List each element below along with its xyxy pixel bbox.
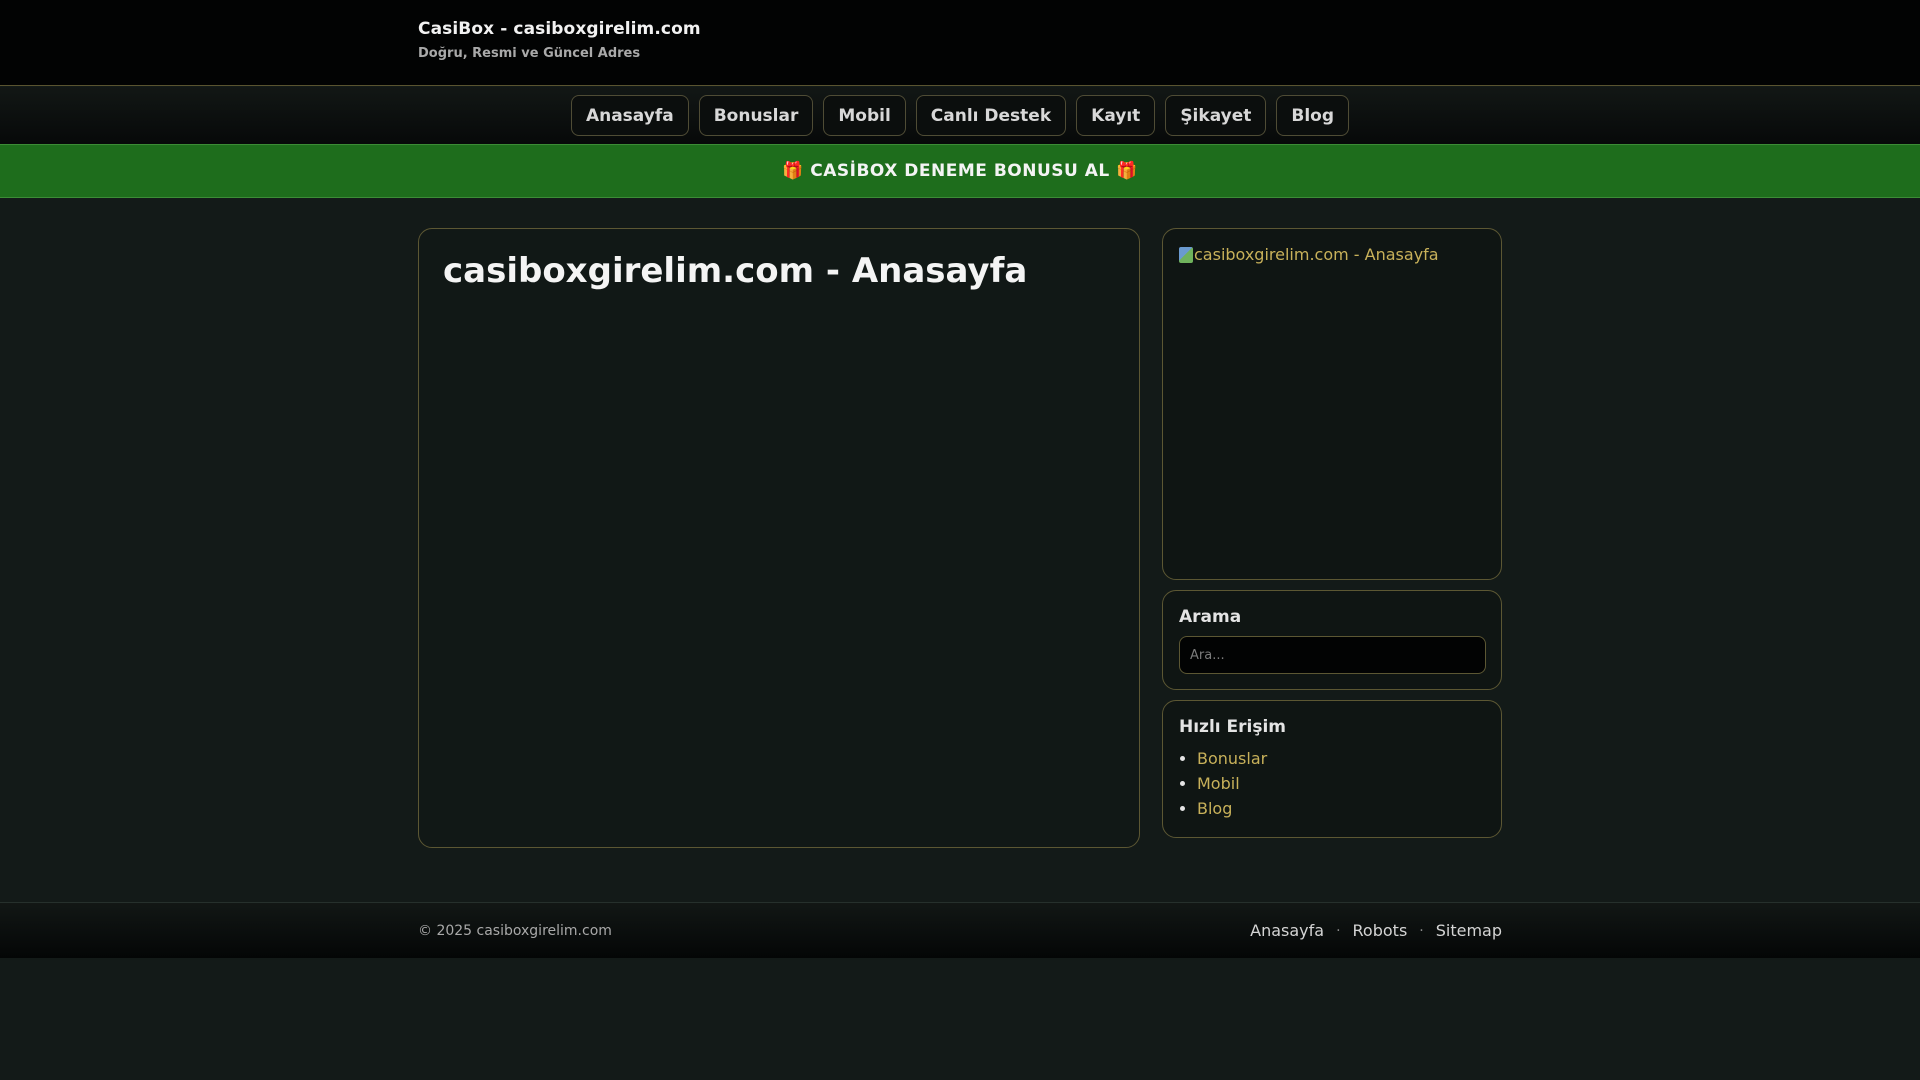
quick-link-blog[interactable]: Blog: [1197, 799, 1232, 818]
copyright-text: © 2025 casiboxgirelim.com: [418, 923, 612, 939]
list-item: Bonuslar: [1197, 746, 1267, 771]
footer-separator: ·: [1336, 922, 1341, 939]
quick-access-list: Bonuslar Mobil Blog: [1197, 746, 1267, 821]
nav-item-anasayfa[interactable]: Anasayfa: [570, 95, 689, 136]
quick-link-mobil[interactable]: Mobil: [1197, 774, 1240, 793]
search-widget-title: Arama: [1179, 607, 1242, 627]
list-item: Blog: [1197, 796, 1267, 821]
nav-list: Anasayfa Bonuslar Mobil Canlı Destek Kay…: [0, 95, 1920, 136]
footer-link-robots[interactable]: Robots: [1353, 921, 1408, 940]
search-widget: Arama: [1162, 590, 1502, 690]
site-footer: © 2025 casiboxgirelim.com Anasayfa · Rob…: [0, 902, 1920, 958]
quick-access-title: Hızlı Erişim: [1179, 717, 1287, 737]
site-header: CasiBox - casiboxgirelim.com Doğru, Resm…: [0, 0, 1920, 86]
footer-links: Anasayfa · Robots · Sitemap: [1250, 921, 1502, 940]
site-tagline: Doğru, Resmi ve Güncel Adres: [418, 46, 641, 61]
footer-link-sitemap[interactable]: Sitemap: [1436, 921, 1502, 940]
nav-item-mobil[interactable]: Mobil: [823, 95, 906, 136]
nav-item-canli-destek[interactable]: Canlı Destek: [915, 95, 1067, 136]
nav-item-kayit[interactable]: Kayıt: [1076, 95, 1156, 136]
main-content-card: casiboxgirelim.com - Anasayfa: [418, 228, 1140, 848]
broken-image-icon: [1179, 246, 1193, 263]
main-navigation: Anasayfa Bonuslar Mobil Canlı Destek Kay…: [0, 87, 1920, 144]
list-item: Mobil: [1197, 771, 1267, 796]
page-title: casiboxgirelim.com - Anasayfa: [443, 251, 1028, 291]
image-alt-text: casiboxgirelim.com - Anasayfa: [1194, 245, 1439, 264]
search-input[interactable]: [1179, 636, 1486, 674]
sidebar-image-card: casiboxgirelim.com - Anasayfa: [1162, 228, 1502, 580]
quick-link-bonuslar[interactable]: Bonuslar: [1197, 749, 1267, 768]
footer-link-anasayfa[interactable]: Anasayfa: [1250, 921, 1324, 940]
brand: CasiBox - casiboxgirelim.com Doğru, Resm…: [418, 19, 701, 61]
broken-image: casiboxgirelim.com - Anasayfa: [1179, 245, 1439, 264]
quick-access-widget: Hızlı Erişim Bonuslar Mobil Blog: [1162, 700, 1502, 838]
nav-item-blog[interactable]: Blog: [1276, 95, 1350, 136]
promo-banner[interactable]: 🎁 CASİBOX DENEME BONUSU AL 🎁: [0, 144, 1920, 198]
nav-item-bonuslar[interactable]: Bonuslar: [698, 95, 814, 136]
nav-item-sikayet[interactable]: Şikayet: [1165, 95, 1267, 136]
site-title[interactable]: CasiBox - casiboxgirelim.com: [418, 19, 701, 39]
footer-separator: ·: [1419, 922, 1424, 939]
